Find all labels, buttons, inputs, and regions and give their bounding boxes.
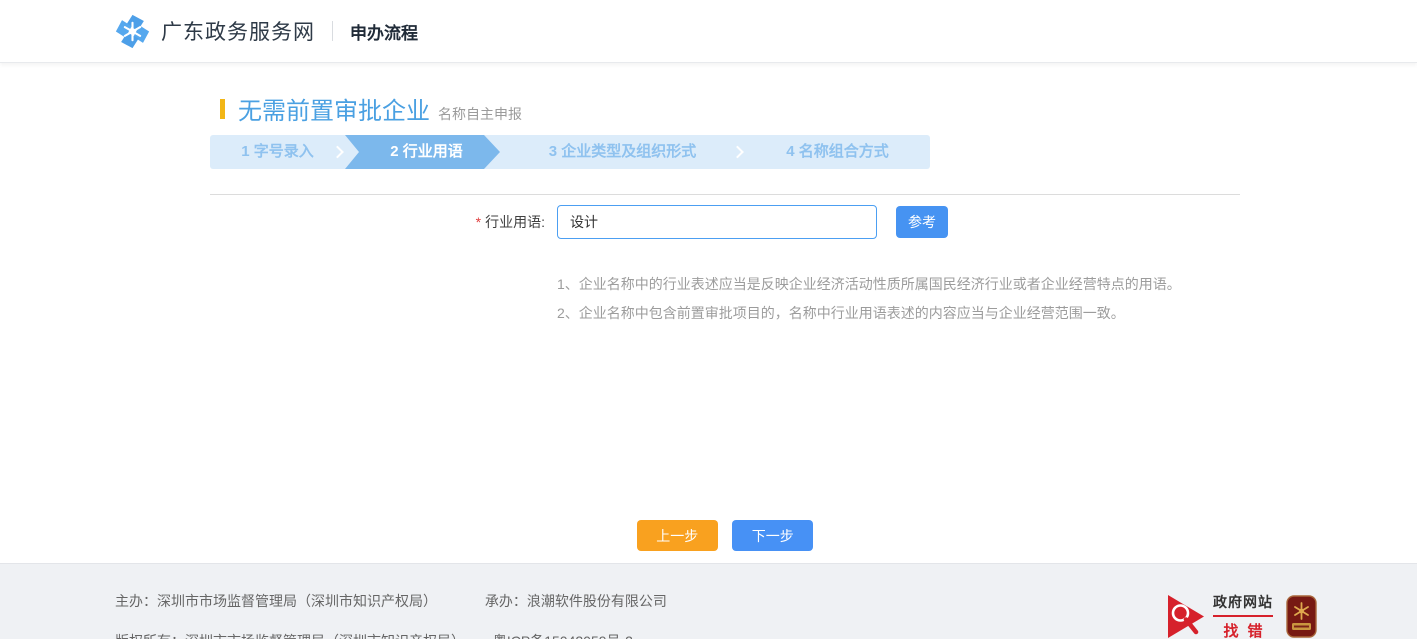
section-title: 申办流程 bbox=[350, 19, 418, 44]
step-1-label: 1 字号录入 bbox=[241, 143, 314, 160]
pinwheel-logo-icon[interactable] bbox=[115, 14, 150, 49]
footer-badges: 政府网站 找错 bbox=[1167, 592, 1317, 639]
step-2-label: 2 行业用语 bbox=[390, 143, 463, 160]
chevron-right-icon bbox=[331, 146, 344, 159]
step-4-label: 4 名称组合方式 bbox=[786, 143, 889, 160]
header-divider bbox=[332, 21, 333, 41]
page-subtitle: 名称自主申报 bbox=[438, 104, 522, 124]
page-title: 无需前置审批企业 bbox=[238, 91, 430, 126]
industry-term-input[interactable] bbox=[557, 205, 877, 239]
footer-copyright: 版权所有：深圳市市场监督管理局（深圳市知识产权局） bbox=[115, 633, 465, 639]
find-error-rule bbox=[1213, 615, 1273, 617]
footer-undertaker: 承办：浪潮软件股份有限公司 bbox=[485, 593, 667, 609]
previous-step-button[interactable]: 上一步 bbox=[637, 520, 718, 551]
required-asterisk: * bbox=[476, 214, 481, 230]
footer-icp-number: 粤ICP备15042059号-2 bbox=[493, 633, 633, 639]
form-divider bbox=[210, 194, 1240, 195]
step-2-hangye-active[interactable]: 2 行业用语 bbox=[345, 135, 500, 169]
hint-line-2: 2、企业名称中包含前置审批项目的，名称中行业用语表述的内容应当与企业经营范围一致… bbox=[557, 299, 1240, 328]
page-title-row: 无需前置审批企业 名称自主申报 bbox=[220, 63, 1240, 126]
site-name[interactable]: 广东政务服务网 bbox=[161, 16, 315, 46]
step-navigation: 1 字号录入 2 行业用语 3 企业类型及组织形式 4 名称组合方式 bbox=[210, 135, 930, 169]
title-accent-bar bbox=[220, 99, 225, 119]
next-step-button[interactable]: 下一步 bbox=[732, 520, 813, 551]
step-3-label: 3 企业类型及组织形式 bbox=[549, 143, 697, 160]
find-error-badge[interactable]: 政府网站 找错 bbox=[1167, 592, 1273, 639]
magnifier-flag-icon bbox=[1167, 593, 1207, 639]
step-1-zihao[interactable]: 1 字号录入 bbox=[210, 135, 345, 169]
industry-term-label-text: 行业用语: bbox=[485, 214, 545, 230]
header: 广东政务服务网 申办流程 bbox=[0, 0, 1417, 63]
footer: 主办：深圳市市场监督管理局（深圳市知识产权局） 承办：浪潮软件股份有限公司 版权… bbox=[0, 563, 1417, 639]
industry-term-form-row: *行业用语: 参考 bbox=[210, 205, 1240, 239]
chevron-right-icon bbox=[731, 146, 744, 159]
find-error-line1: 政府网站 bbox=[1213, 592, 1273, 612]
step-3-leixing[interactable]: 3 企业类型及组织形式 bbox=[500, 135, 745, 169]
hint-line-1: 1、企业名称中的行业表述应当是反映企业经济活动性质所属国民经济行业或者企业经营特… bbox=[557, 270, 1240, 299]
step-4-zuhe[interactable]: 4 名称组合方式 bbox=[745, 135, 930, 169]
wizard-actions: 上一步 下一步 bbox=[210, 520, 1240, 551]
reference-button[interactable]: 参考 bbox=[896, 206, 948, 238]
gov-emblem-icon[interactable] bbox=[1286, 595, 1317, 638]
hint-list: 1、企业名称中的行业表述应当是反映企业经济活动性质所属国民经济行业或者企业经营特… bbox=[557, 270, 1240, 328]
find-error-line2: 找错 bbox=[1213, 620, 1273, 639]
main-content: 无需前置审批企业 名称自主申报 1 字号录入 2 行业用语 3 企业类型及组织形… bbox=[0, 63, 1417, 563]
industry-term-label: *行业用语: bbox=[210, 212, 557, 232]
find-error-text: 政府网站 找错 bbox=[1213, 592, 1273, 639]
footer-organizer: 主办：深圳市市场监督管理局（深圳市知识产权局） bbox=[115, 593, 437, 609]
